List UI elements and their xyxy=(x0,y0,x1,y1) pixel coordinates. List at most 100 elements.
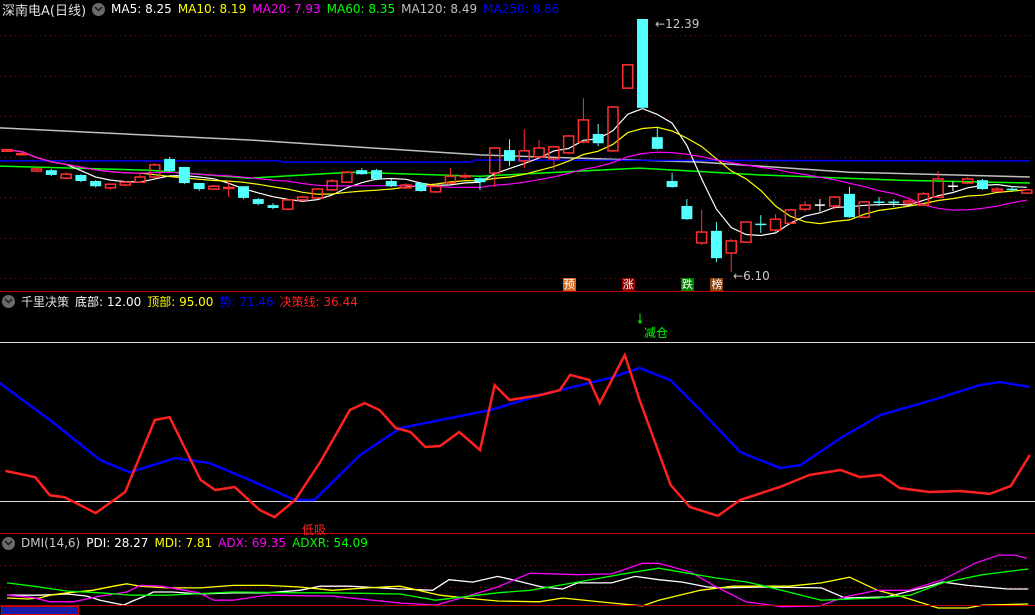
candle-body xyxy=(16,152,28,156)
signal-marker: 涨 xyxy=(621,278,635,291)
candle-body xyxy=(356,170,368,175)
candle xyxy=(651,127,663,150)
candle xyxy=(75,174,87,183)
candle xyxy=(562,135,575,155)
decision-line-label: 决策线: 36.44 xyxy=(279,294,358,309)
bottom-tab[interactable] xyxy=(1,606,79,615)
candle xyxy=(30,167,43,173)
candle-body xyxy=(267,205,279,208)
candle-body xyxy=(828,196,841,207)
candle-body xyxy=(902,200,915,204)
candle xyxy=(429,185,442,194)
candle-body xyxy=(208,185,220,190)
price-panel[interactable] xyxy=(0,19,1033,272)
candle xyxy=(504,139,516,167)
candle xyxy=(45,168,57,177)
candle xyxy=(814,199,825,212)
low-price-value: 6.10 xyxy=(743,269,770,283)
candle xyxy=(252,197,264,206)
candle xyxy=(607,106,619,153)
signal-marker: 榜 xyxy=(710,278,724,291)
ma60-label: MA60: 8.35 xyxy=(326,2,396,16)
candle-body xyxy=(30,168,43,172)
chevron-down-icon[interactable] xyxy=(2,536,15,550)
candle xyxy=(178,166,190,185)
candle xyxy=(961,176,974,185)
candle-body xyxy=(222,186,235,190)
candle-body xyxy=(740,221,752,243)
candle xyxy=(208,185,220,190)
candle xyxy=(60,172,72,179)
candle-body xyxy=(193,183,205,190)
low-price-label: ←6.10 xyxy=(733,269,770,283)
candle xyxy=(296,195,309,202)
candle xyxy=(577,98,590,144)
candle-body xyxy=(296,196,309,201)
candle xyxy=(104,183,117,190)
candle-body xyxy=(562,135,575,154)
candle xyxy=(16,152,28,156)
candle-body xyxy=(577,119,590,143)
candle-body xyxy=(651,137,663,149)
ma20-label: MA20: 7.93 xyxy=(252,2,321,16)
top-label: 顶部: 95.00 xyxy=(147,294,214,309)
candle xyxy=(681,199,693,220)
candle xyxy=(843,187,855,218)
buy-low-label: 低吸 xyxy=(302,523,327,537)
main-legend: 深南电A(日线) MA5: 8.25 MA10: 8.19 MA20: 7.93… xyxy=(2,1,565,19)
signal-marker: 跌 xyxy=(680,278,694,291)
candle xyxy=(769,213,782,233)
candle-body xyxy=(991,188,1004,192)
candle-body xyxy=(459,175,471,178)
candle xyxy=(725,238,737,272)
candle xyxy=(326,178,338,192)
adxr-label: ADXR: 54.09 xyxy=(292,536,368,550)
candle-body xyxy=(75,174,87,182)
adx-label: ADX: 69.35 xyxy=(218,536,287,550)
candle-body xyxy=(341,171,353,183)
candle xyxy=(267,203,279,210)
stock-title: 深南电A(日线) xyxy=(2,3,87,19)
trend-line xyxy=(0,366,1031,502)
candle xyxy=(740,221,752,243)
candle xyxy=(237,186,249,200)
candle-body xyxy=(119,181,131,186)
candle xyxy=(90,180,102,188)
candle-body xyxy=(164,158,176,171)
candle-body xyxy=(873,201,885,204)
candle-body xyxy=(371,170,382,179)
ma250-label: MA250: 8.86 xyxy=(483,2,560,16)
candle xyxy=(193,183,205,192)
candle xyxy=(119,181,131,187)
candle xyxy=(695,209,708,245)
candle xyxy=(341,170,353,184)
candle xyxy=(710,222,722,263)
candle-body xyxy=(976,180,988,190)
bottom-label: 底部: 12.00 xyxy=(75,294,142,309)
candle-body xyxy=(637,19,649,108)
candle-body xyxy=(385,181,397,187)
chevron-down-icon[interactable] xyxy=(92,2,106,16)
candle-body xyxy=(415,183,427,192)
candle xyxy=(164,156,176,173)
candle-body xyxy=(533,147,545,158)
ma120-label: MA120: 8.49 xyxy=(401,2,478,16)
decision-panel[interactable] xyxy=(0,341,1035,519)
candle-body xyxy=(710,230,722,259)
high-price-label: ←12.39 xyxy=(655,17,700,31)
candle-body xyxy=(104,183,117,189)
candle-body xyxy=(237,186,249,198)
dmi-title: DMI(14,6) xyxy=(21,536,81,550)
ma5-label: MA5: 8.25 xyxy=(111,2,172,16)
candle xyxy=(533,140,545,159)
candle xyxy=(282,199,294,210)
pdi-label: PDI: 28.27 xyxy=(86,536,149,550)
candle-body xyxy=(725,240,737,254)
grid-lines xyxy=(0,35,1035,588)
candle-body xyxy=(60,173,72,179)
reduce-position-label: 减仓 xyxy=(644,326,669,340)
chevron-down-icon[interactable] xyxy=(2,294,15,308)
candle-body xyxy=(90,181,102,187)
dmi-panel[interactable] xyxy=(6,554,1029,609)
decision-title: 千里决策 xyxy=(21,294,70,309)
